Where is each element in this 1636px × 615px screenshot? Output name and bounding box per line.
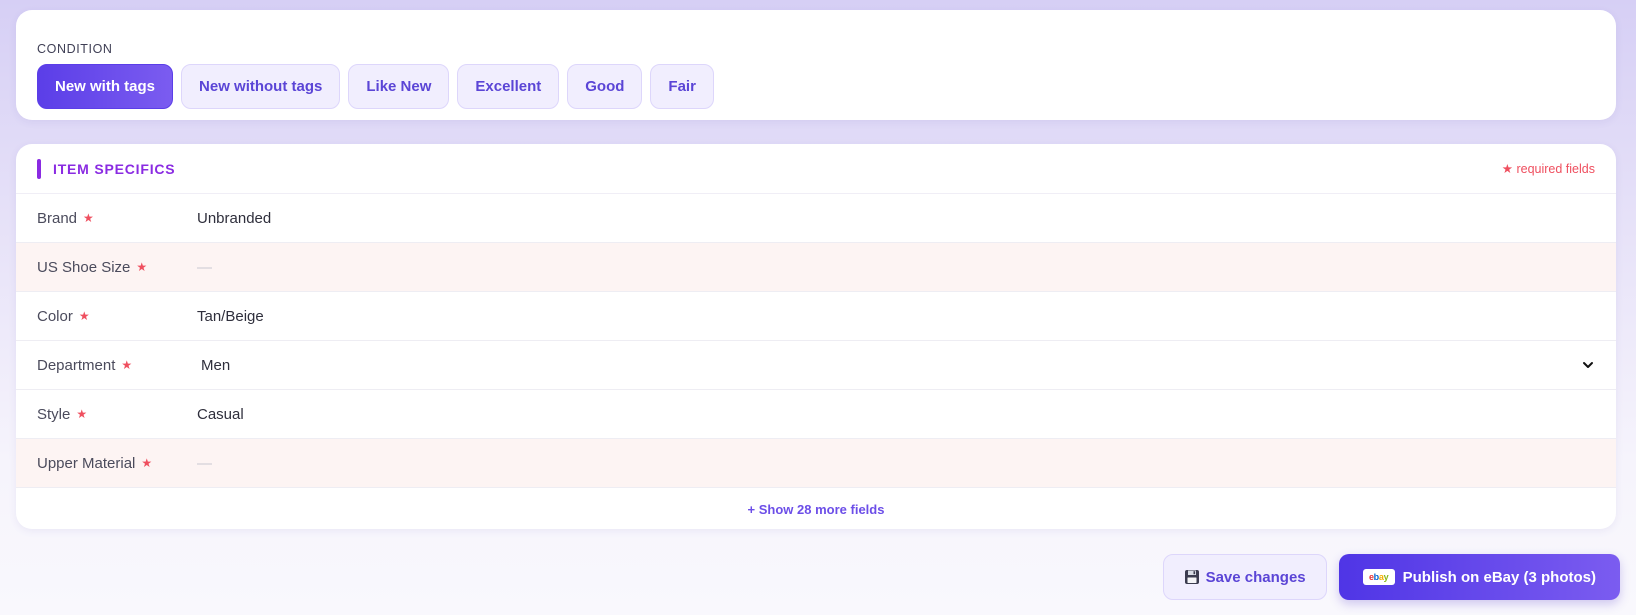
item-specifics-card: ITEM SPECIFICS ★ required fields Brand ★… [16, 144, 1616, 529]
chevron-down-icon[interactable] [1581, 358, 1595, 372]
item-specifics-header: ITEM SPECIFICS ★ required fields [16, 144, 1616, 194]
condition-chip-like-new[interactable]: Like New [348, 64, 450, 109]
required-fields-note: ★ required fields [1501, 162, 1595, 176]
required-star-icon: ★ [141, 456, 153, 470]
spec-row-color[interactable]: Color ★ Tan/Beige [16, 292, 1616, 341]
condition-chip-fair[interactable]: Fair [650, 64, 714, 109]
action-bar: Save changes ebay Publish on eBay (3 pho… [1162, 554, 1620, 600]
publish-ebay-label: Publish on eBay (3 photos) [1402, 568, 1596, 586]
spec-row-department[interactable]: Department ★ Men [16, 341, 1616, 390]
spec-label-us-shoe-size: US Shoe Size [37, 258, 131, 276]
spec-label-department: Department [37, 356, 116, 374]
condition-chip-new-without-tags[interactable]: New without tags [181, 64, 341, 109]
show-more-fields-link[interactable]: + Show 28 more fields [16, 488, 1616, 529]
item-specifics-title-text: ITEM SPECIFICS [53, 160, 176, 177]
condition-card: CONDITION New with tags New without tags… [16, 10, 1616, 120]
spec-label-style: Style [37, 405, 71, 423]
spec-label-brand: Brand [37, 209, 78, 227]
spec-value-us-shoe-size[interactable]: — [197, 259, 1595, 276]
spec-value-department: Men [201, 356, 231, 374]
floppy-disk-icon [1184, 570, 1199, 584]
publish-ebay-button[interactable]: ebay Publish on eBay (3 photos) [1338, 554, 1620, 600]
required-star-icon: ★ [136, 260, 148, 274]
condition-chip-good[interactable]: Good [567, 64, 643, 109]
spec-row-brand[interactable]: Brand ★ Unbranded [16, 194, 1616, 243]
required-star-icon: ★ [76, 407, 88, 421]
department-select[interactable]: Men [197, 357, 1595, 374]
section-accent-bar [37, 158, 41, 179]
spec-row-upper-material[interactable]: Upper Material ★ — [16, 439, 1616, 488]
save-changes-button[interactable]: Save changes [1162, 554, 1327, 600]
spec-value-upper-material[interactable]: — [197, 455, 1595, 472]
spec-value-style[interactable]: Casual [197, 406, 1595, 423]
spec-row-us-shoe-size[interactable]: US Shoe Size ★ — [16, 243, 1616, 292]
spec-label-upper-material: Upper Material [37, 454, 136, 472]
condition-chip-excellent[interactable]: Excellent [457, 64, 560, 109]
ebay-logo-icon: ebay [1362, 569, 1395, 585]
spec-row-style[interactable]: Style ★ Casual [16, 390, 1616, 439]
condition-options: New with tags New without tags Like New … [37, 64, 1595, 109]
required-star-icon: ★ [121, 358, 133, 372]
spec-label-color: Color [37, 307, 73, 325]
required-star-icon: ★ [78, 309, 90, 323]
spec-value-brand[interactable]: Unbranded [197, 210, 1595, 227]
item-specifics-title: ITEM SPECIFICS [37, 158, 176, 179]
spec-value-color[interactable]: Tan/Beige [197, 308, 1595, 325]
required-star-icon: ★ [83, 211, 94, 225]
condition-chip-new-with-tags[interactable]: New with tags [37, 64, 174, 109]
save-changes-label: Save changes [1205, 568, 1306, 586]
condition-label: CONDITION [37, 42, 113, 56]
